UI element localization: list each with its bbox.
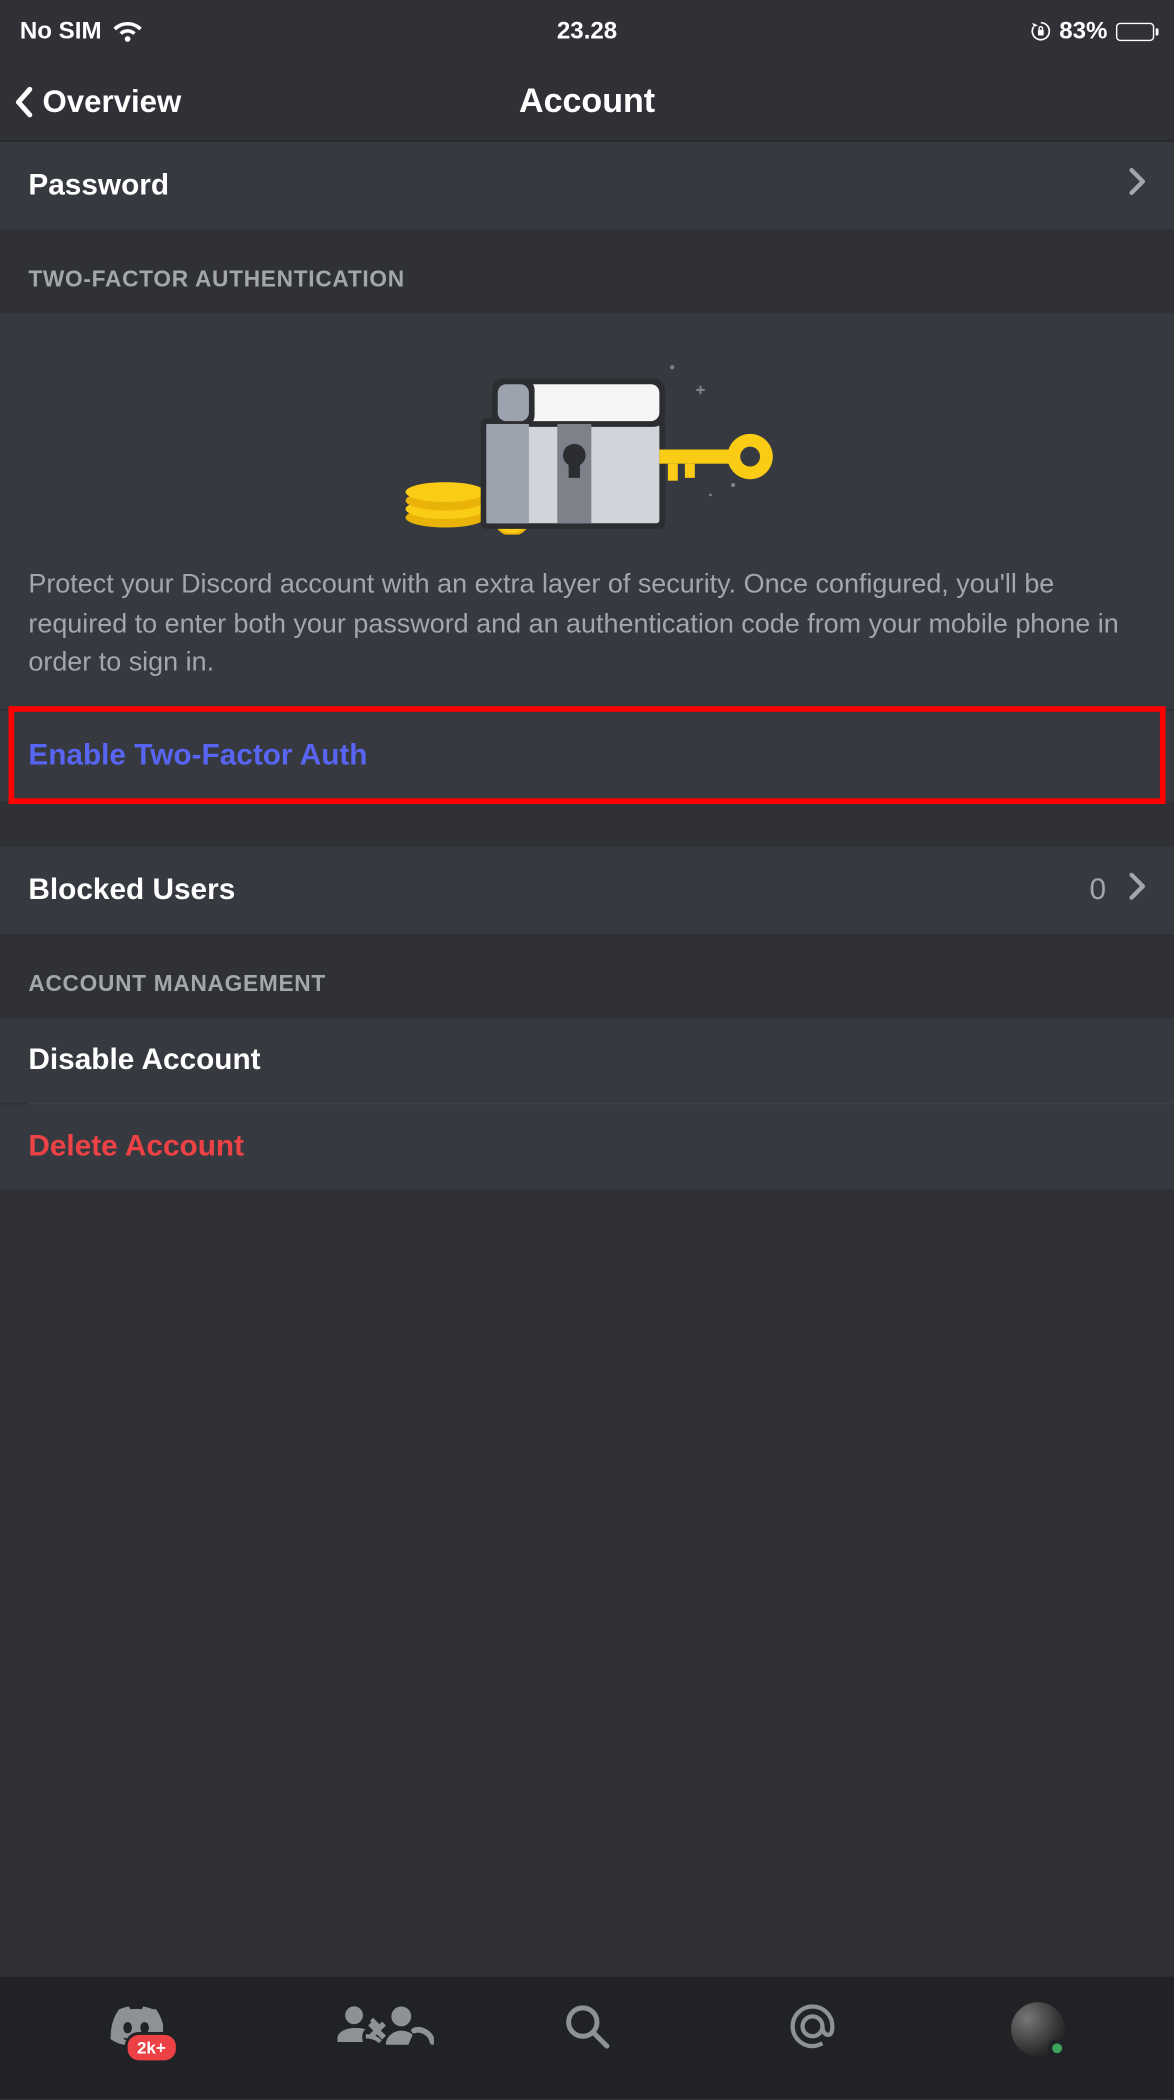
back-button[interactable]: Overview bbox=[0, 83, 181, 120]
section-spacer bbox=[0, 1191, 1174, 1236]
section-spacer bbox=[0, 801, 1174, 846]
tab-friends[interactable] bbox=[330, 1998, 392, 2060]
presence-online-icon bbox=[1048, 2039, 1066, 2057]
enable-twofa-button[interactable]: Enable Two-Factor Auth bbox=[0, 708, 1174, 800]
tab-mentions[interactable] bbox=[782, 1998, 844, 2060]
disable-account-label: Disable Account bbox=[28, 1043, 260, 1077]
twofa-panel: Protect your Discord account with an ext… bbox=[0, 313, 1174, 708]
battery-icon bbox=[1116, 22, 1154, 40]
chevron-left-icon bbox=[14, 86, 34, 117]
tab-home[interactable]: 2k+ bbox=[104, 1998, 166, 2060]
disable-account-row[interactable]: Disable Account bbox=[0, 1018, 1174, 1103]
nav-header: Overview Account bbox=[0, 62, 1174, 141]
twofa-illustration bbox=[28, 339, 1145, 566]
delete-account-row[interactable]: Delete Account bbox=[0, 1104, 1174, 1190]
twofa-section-header: TWO-FACTOR AUTHENTICATION bbox=[0, 231, 1174, 313]
twofa-description: Protect your Discord account with an ext… bbox=[28, 566, 1145, 683]
chest-key-icon bbox=[381, 350, 792, 534]
status-bar: No SIM 23.28 83% bbox=[0, 0, 1174, 62]
blocked-users-row[interactable]: Blocked Users 0 bbox=[0, 846, 1174, 935]
clock-text: 23.28 bbox=[0, 17, 1174, 45]
avatar bbox=[1012, 2002, 1066, 2056]
tab-search[interactable] bbox=[556, 1998, 618, 2060]
chevron-right-icon bbox=[1129, 872, 1146, 909]
password-label: Password bbox=[28, 169, 169, 203]
account-mgmt-section-header: ACCOUNT MANAGEMENT bbox=[0, 935, 1174, 1017]
chevron-right-icon bbox=[1129, 167, 1146, 204]
blocked-users-count: 0 bbox=[1089, 873, 1106, 907]
at-icon bbox=[789, 2002, 837, 2057]
notification-badge: 2k+ bbox=[124, 2032, 178, 2063]
back-label: Overview bbox=[43, 83, 182, 120]
highlight-annotation: Enable Two-Factor Auth bbox=[0, 708, 1174, 800]
tab-bar: 2k+ bbox=[0, 1977, 1174, 2099]
enable-twofa-label: Enable Two-Factor Auth bbox=[28, 738, 367, 771]
password-row[interactable]: Password bbox=[0, 142, 1174, 231]
search-icon bbox=[564, 2003, 609, 2055]
delete-account-label: Delete Account bbox=[28, 1130, 244, 1164]
friends-icon bbox=[337, 2004, 385, 2054]
blocked-users-label: Blocked Users bbox=[28, 873, 235, 907]
tab-profile[interactable] bbox=[1007, 1998, 1069, 2060]
